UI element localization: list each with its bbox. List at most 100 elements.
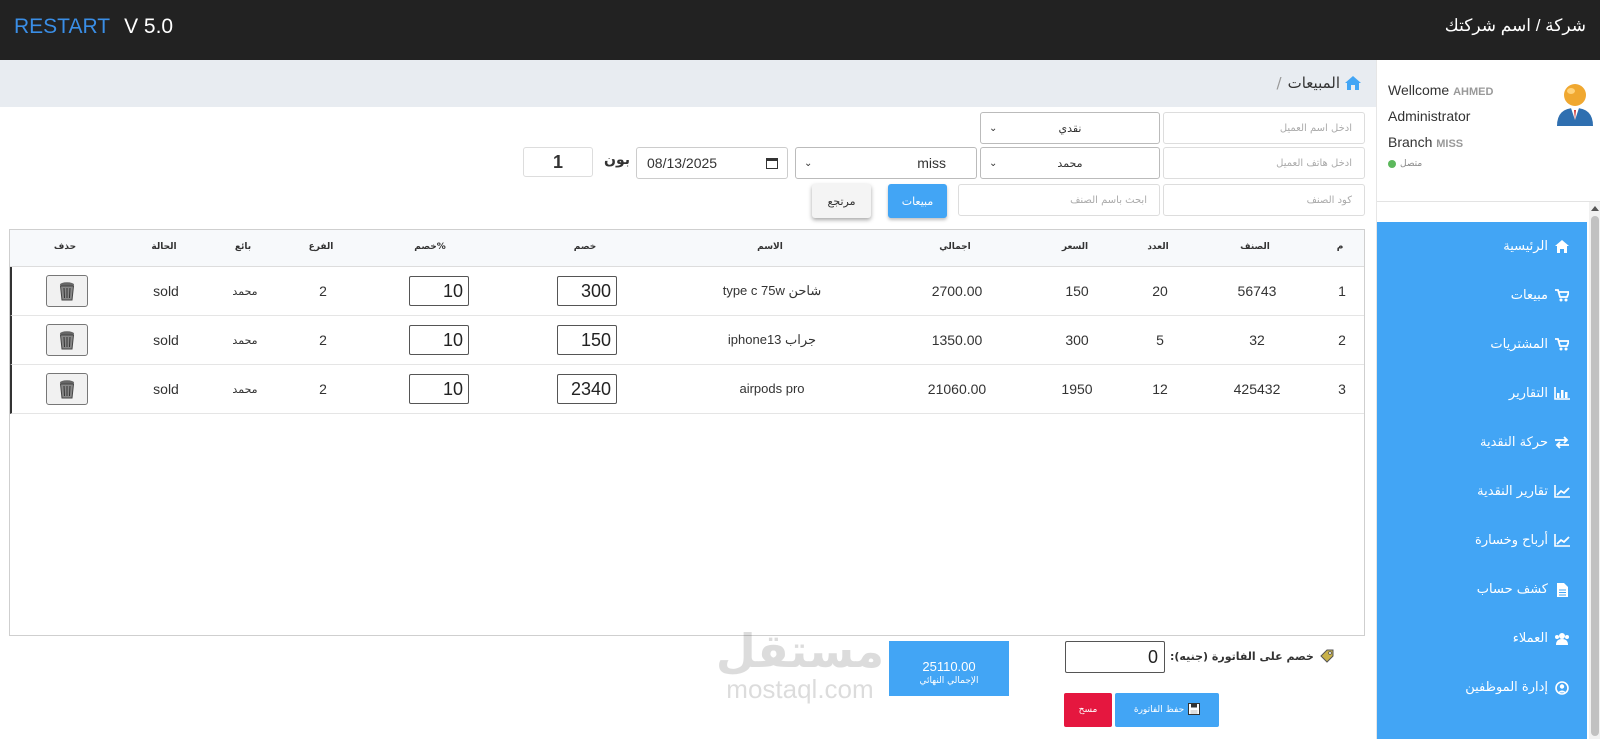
discount-pct-input[interactable]: 10 <box>409 325 469 355</box>
cart-icon <box>1553 338 1571 352</box>
cell-qty: 12 <box>1152 381 1168 397</box>
grand-total-value: 25110.00 <box>922 659 976 674</box>
cell-name: جراب iphone13 <box>727 332 817 347</box>
cell-status: sold <box>153 332 179 348</box>
header-price: السعر <box>1061 242 1089 252</box>
cell-price: 300 <box>1065 332 1089 348</box>
cell-name: شاحن type c 75w <box>722 283 822 298</box>
header-branch: الفرع <box>308 242 334 252</box>
scroll-thumb[interactable] <box>1591 216 1599 736</box>
user-name: AHMED <box>1453 86 1494 98</box>
table-row: 1 56743 20 150 2700.00 شاحن type c 75w 3… <box>10 267 1364 316</box>
cell-num: 3 <box>1338 381 1346 397</box>
bon-label: بون <box>604 152 630 168</box>
home-icon <box>1553 240 1571 254</box>
sidebar-item-account-statement[interactable]: كشف حساب <box>1377 565 1587 614</box>
return-button[interactable]: مرتجع <box>812 184 871 218</box>
header-seller: بائع <box>234 242 252 252</box>
sidebar: Wellcome AHMED Administrator Branch MISS… <box>1376 60 1600 739</box>
sidebar-item-customers[interactable]: العملاء <box>1377 614 1587 663</box>
sidebar-item-profit-loss[interactable]: أرباح وخسارة <box>1377 516 1587 565</box>
date-input[interactable]: 08/13/2025 <box>636 147 788 179</box>
avatar[interactable] <box>1555 80 1595 126</box>
save-invoice-button[interactable]: حفظ الفاتورة <box>1115 693 1219 727</box>
scroll-up-icon[interactable] <box>1591 206 1599 211</box>
sidebar-item-cash-reports[interactable]: تقارير النقدية <box>1377 467 1587 516</box>
cell-branch: 2 <box>319 381 327 397</box>
company-name: اسم شركتك <box>1444 16 1531 35</box>
discount-pct-input[interactable]: 10 <box>409 374 469 404</box>
user-role: Administrator <box>1388 108 1471 124</box>
online-dot-icon <box>1388 159 1396 168</box>
tag-icon <box>1319 648 1335 664</box>
cell-seller: محمد <box>232 285 258 298</box>
home-icon[interactable] <box>1344 75 1362 91</box>
online-status: متصل <box>1388 159 1422 169</box>
sidebar-item-cash-flow[interactable]: حركة النقدية <box>1377 418 1587 467</box>
customer-name-input[interactable]: ادخل اسم العميل <box>1163 112 1365 144</box>
calendar-icon[interactable] <box>766 158 778 169</box>
sidebar-item-employees[interactable]: إدارة الموظفين <box>1377 663 1587 712</box>
header-qty: العدد <box>1147 242 1169 252</box>
brand-version: V 5.0 <box>124 15 174 38</box>
sidebar-item-home[interactable]: الرئيسية <box>1377 222 1587 271</box>
breadcrumb-current: المبيعات <box>1287 74 1340 92</box>
cell-price: 1950 <box>1061 381 1093 397</box>
cell-branch: 2 <box>319 283 327 299</box>
customer-phone-input[interactable]: ادخل هاتف العميل <box>1163 147 1365 179</box>
grand-total-label: الإجمالي النهائي <box>919 676 979 686</box>
discount-pct-input[interactable]: 10 <box>409 276 469 306</box>
delete-button[interactable] <box>46 275 88 307</box>
user-circle-icon <box>1553 680 1571 695</box>
seller-select[interactable]: محمد ⌄ <box>980 147 1160 179</box>
cell-num: 1 <box>1338 283 1346 299</box>
items-table: م الصنف العدد السعر اجمالي الاسم خصم خصم… <box>9 229 1365 636</box>
watermark: مستقل mostaql.com <box>700 624 900 724</box>
clear-button[interactable]: مسح <box>1064 693 1112 727</box>
company-title: شركة / اسم شركتك <box>1445 16 1586 36</box>
header-status: الحالة <box>151 242 177 252</box>
chevron-down-icon: ⌄ <box>989 123 998 134</box>
bon-number[interactable]: 1 <box>523 147 593 177</box>
cell-price: 150 <box>1065 283 1089 299</box>
header-total: اجمالي <box>939 242 971 252</box>
sales-button[interactable]: مبيعات <box>888 184 947 218</box>
delete-button[interactable] <box>46 373 88 405</box>
cell-status: sold <box>153 381 179 397</box>
breadcrumb-separator: / <box>1276 74 1282 92</box>
sidebar-item-sales[interactable]: مبيعات <box>1377 271 1587 320</box>
table-row: 3 425432 12 1950 21060.00 airpods pro 23… <box>10 365 1364 414</box>
header-item: الصنف <box>1240 242 1270 252</box>
item-code-input[interactable]: كود الصنف <box>1163 184 1365 216</box>
branch-name: MISS <box>1436 138 1464 150</box>
discount-input[interactable]: 150 <box>557 325 617 355</box>
cell-seller: محمد <box>232 383 258 396</box>
table-row: 2 32 5 300 1350.00 جراب iphone13 150 10 … <box>10 316 1364 365</box>
discount-input[interactable]: 300 <box>557 276 617 306</box>
item-name-search-input[interactable]: ابحث باسم الصنف <box>958 184 1160 216</box>
cell-total: 2700.00 <box>931 283 983 299</box>
watermark-latin: mostaql.com <box>726 674 874 704</box>
welcome-line: Wellcome AHMED <box>1388 82 1494 98</box>
cell-status: sold <box>153 283 179 299</box>
chevron-down-icon: ⌄ <box>804 158 813 169</box>
sidebar-item-reports[interactable]: التقارير <box>1377 369 1587 418</box>
cell-qty: 5 <box>1156 332 1164 348</box>
line-chart-icon <box>1553 485 1571 499</box>
invoice-discount-input[interactable]: 0 <box>1065 641 1165 673</box>
brand[interactable]: RESTART V 5.0 <box>14 15 173 39</box>
trash-icon <box>59 282 75 301</box>
delete-button[interactable] <box>46 324 88 356</box>
sidebar-scrollbar[interactable] <box>1589 202 1600 739</box>
company-label: شركة / <box>1535 16 1586 35</box>
header-discount-pct: خصم% <box>414 242 446 252</box>
payment-type-select[interactable]: نقدي ⌄ <box>980 112 1160 144</box>
table-header: م الصنف العدد السعر اجمالي الاسم خصم خصم… <box>10 230 1364 267</box>
branch-select[interactable]: miss ⌄ <box>795 147 977 179</box>
discount-input[interactable]: 2340 <box>557 374 617 404</box>
header-delete: حذف <box>53 242 77 252</box>
breadcrumb: المبيعات / <box>0 60 1376 107</box>
watermark-arabic: مستقل <box>715 624 885 678</box>
sidebar-item-purchases[interactable]: المشتريات <box>1377 320 1587 369</box>
trash-icon <box>59 331 75 350</box>
